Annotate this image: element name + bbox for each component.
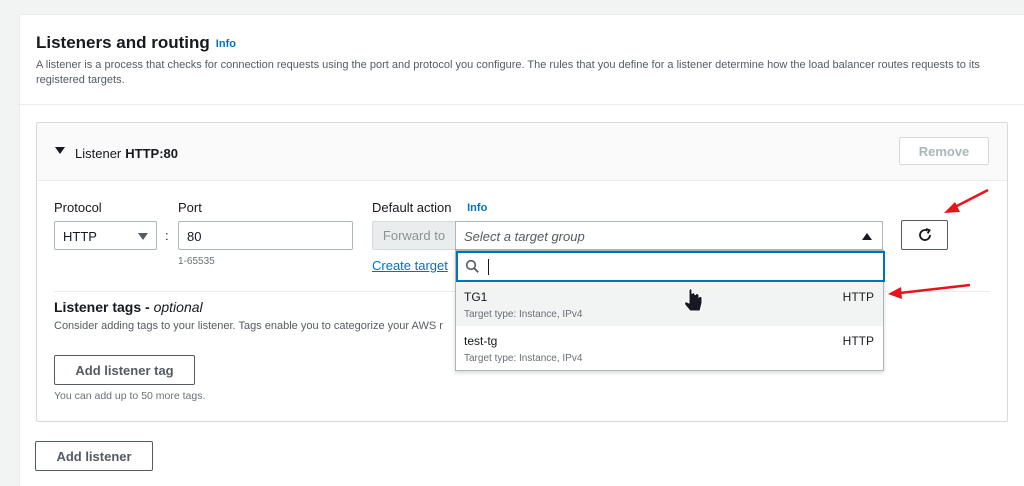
remove-button[interactable]: Remove — [899, 137, 989, 165]
text-cursor — [488, 259, 489, 275]
listener-label: Listener — [75, 146, 122, 161]
tags-description: Consider adding tags to your listener. T… — [54, 320, 443, 332]
protocol-label: Protocol — [54, 200, 102, 215]
search-icon — [465, 259, 479, 273]
target-group-placeholder: Select a target group — [464, 229, 585, 244]
caret-up-icon — [862, 233, 872, 240]
option-detail: Target type: Instance, IPv4 — [464, 353, 583, 364]
refresh-button[interactable] — [901, 220, 948, 250]
target-group-search-input[interactable] — [456, 251, 885, 282]
target-group-option-tg1[interactable]: TG1 HTTP Target type: Instance, IPv4 — [456, 282, 883, 326]
target-group-option-test-tg[interactable]: test-tg HTTP Target type: Instance, IPv4 — [456, 326, 883, 370]
protocol-port-separator: : — [165, 228, 169, 243]
refresh-icon — [918, 227, 931, 241]
tags-limit-hint: You can add up to 50 more tags. — [54, 390, 206, 402]
forward-to-action: Forward to — [372, 221, 456, 250]
section-title-text: Listeners and routing — [36, 33, 210, 52]
tags-title-text: Listener tags - — [54, 299, 154, 315]
listener-tags-title: Listener tags - optional — [54, 299, 203, 315]
default-action-text: Default action — [372, 200, 452, 215]
port-hint: 1-65535 — [178, 256, 215, 267]
protocol-select[interactable]: HTTP — [54, 221, 157, 250]
create-target-group-link[interactable]: Create target — [372, 258, 448, 273]
option-detail: Target type: Instance, IPv4 — [464, 309, 583, 320]
protocol-value: HTTP — [63, 229, 97, 244]
listener-title: Listener HTTP:80 — [75, 146, 178, 161]
option-protocol: HTTP — [842, 290, 874, 304]
section-description: A listener is a process that checks for … — [36, 59, 980, 86]
port-label: Port — [178, 200, 202, 215]
section-title: Listeners and routing Info — [36, 33, 236, 53]
target-group-select[interactable]: Select a target group — [455, 221, 883, 250]
port-input[interactable]: 80 — [178, 221, 353, 250]
add-listener-button[interactable]: Add listener — [35, 441, 153, 471]
tags-optional: optional — [153, 299, 203, 315]
option-name: TG1 — [464, 290, 488, 304]
target-group-dropdown: TG1 HTTP Target type: Instance, IPv4 tes… — [455, 250, 885, 371]
section-divider — [19, 104, 1024, 105]
default-action-label: Default action Info — [372, 200, 487, 215]
option-name: test-tg — [464, 334, 498, 348]
default-action-info-link[interactable]: Info — [467, 202, 487, 214]
listener-name: HTTP:80 — [125, 146, 178, 161]
chevron-down-icon — [138, 233, 148, 240]
collapse-caret-icon[interactable] — [55, 147, 65, 154]
listener-header[interactable]: Listener HTTP:80 — [37, 123, 1007, 181]
add-listener-tag-button[interactable]: Add listener tag — [54, 355, 195, 385]
section-info-link[interactable]: Info — [216, 38, 236, 50]
option-protocol: HTTP — [842, 334, 874, 348]
